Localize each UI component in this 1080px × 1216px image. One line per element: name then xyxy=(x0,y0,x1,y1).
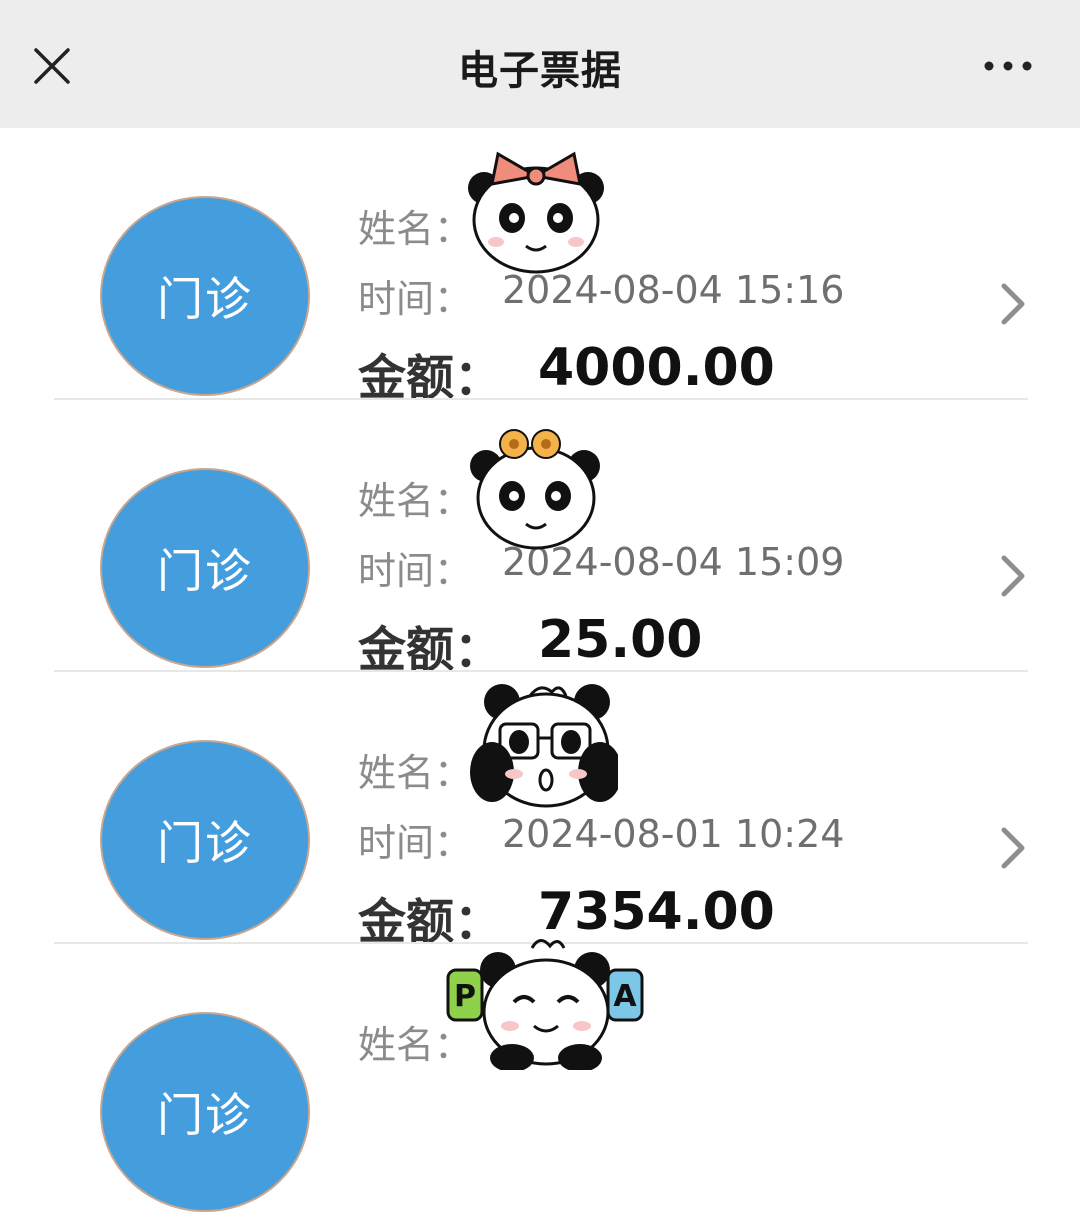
page-title: 电子票据 xyxy=(458,48,622,94)
more-icon[interactable] xyxy=(980,56,1036,76)
panda-bow-sticker xyxy=(468,151,604,274)
name-label: 姓名： xyxy=(358,479,473,523)
nav-bar: 电子票据 xyxy=(0,0,1080,128)
panda-glasses-sticker xyxy=(470,684,618,808)
receipt-item[interactable]: 门诊 姓名： 时间： 2024-08-01 10:24 金额： 7354.00 xyxy=(0,672,1080,950)
time-row: 时间： 2024-08-01 10:24 xyxy=(358,812,844,867)
svg-text:P: P xyxy=(454,979,476,1014)
type-badge: 门诊 xyxy=(100,740,310,940)
chevron-right-icon xyxy=(1001,283,1025,325)
time-row: 时间： 2024-08-04 15:16 xyxy=(358,268,844,323)
panda-flower-sticker xyxy=(470,429,600,550)
type-badge: 门诊 xyxy=(100,1012,310,1212)
time-label: 时间： xyxy=(358,549,473,593)
time-row: 时间： 2024-08-04 15:09 xyxy=(358,540,844,595)
chevron-right-icon xyxy=(1001,555,1025,597)
chevron-right-icon xyxy=(1001,827,1025,869)
time-label: 时间： xyxy=(358,821,473,865)
type-badge-label: 门诊 xyxy=(157,816,253,870)
svg-text:A: A xyxy=(613,979,637,1014)
receipt-item[interactable]: 门诊 姓名： 时间： 2024-08-04 15:09 金额： 25.00 xyxy=(0,400,1080,678)
amount-value: 4000.00 xyxy=(538,338,775,398)
receipt-item[interactable]: 门诊 姓名： 时间： 2024-08-04 15:16 金额： 4000.00 xyxy=(0,128,1080,406)
type-badge-label: 门诊 xyxy=(157,544,253,598)
name-label: 姓名： xyxy=(358,207,473,251)
time-label: 时间： xyxy=(358,277,473,321)
amount-value: 25.00 xyxy=(538,610,703,670)
type-badge-label: 门诊 xyxy=(157,1088,253,1142)
panda-pa-sticker: P A xyxy=(446,939,644,1070)
receipt-item[interactable]: 门诊 姓名： P A xyxy=(0,939,1080,1216)
name-label: 姓名： xyxy=(358,751,473,795)
receipt-list: 门诊 姓名： 时间： 2024-08-04 15:16 金额： 4000.00 xyxy=(0,128,1080,1216)
time-value: 2024-08-01 10:24 xyxy=(502,812,845,856)
type-badge-label: 门诊 xyxy=(157,272,253,326)
type-badge: 门诊 xyxy=(100,468,310,668)
type-badge: 门诊 xyxy=(100,196,310,396)
